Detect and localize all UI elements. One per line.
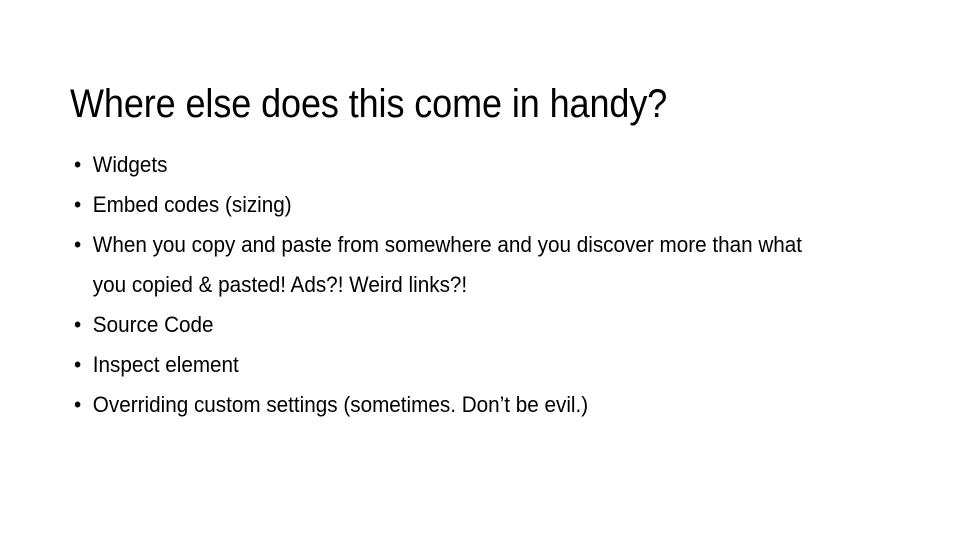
list-item-label: Inspect element bbox=[92, 352, 239, 377]
list-item: • When you copy and paste from somewhere… bbox=[74, 225, 854, 305]
list-item-label: Overriding custom settings (sometimes. D… bbox=[92, 392, 589, 417]
list-item: • Inspect element bbox=[74, 345, 854, 385]
list-item-label: Widgets bbox=[92, 152, 168, 177]
bullet-point-icon: • bbox=[74, 392, 82, 417]
bullet-point-icon: • bbox=[74, 192, 82, 217]
bullet-point-icon: • bbox=[74, 312, 82, 337]
list-item: • Embed codes (sizing) bbox=[74, 185, 854, 225]
bullet-point-icon: • bbox=[74, 152, 82, 177]
bullet-point-icon: • bbox=[74, 352, 82, 377]
list-item: • Source Code bbox=[74, 305, 854, 345]
bullet-list: • Widgets • Embed codes (sizing) • When … bbox=[74, 145, 854, 425]
presentation-slide: Where else does this come in handy? • Wi… bbox=[0, 0, 960, 540]
list-item-label: When you copy and paste from somewhere a… bbox=[92, 232, 803, 297]
slide-title: Where else does this come in handy? bbox=[70, 81, 668, 126]
list-item-label: Embed codes (sizing) bbox=[92, 192, 292, 217]
list-item: • Overriding custom settings (sometimes.… bbox=[74, 385, 854, 425]
list-item-label: Source Code bbox=[92, 312, 214, 337]
bullet-point-icon: • bbox=[74, 232, 82, 257]
list-item: • Widgets bbox=[74, 145, 854, 185]
